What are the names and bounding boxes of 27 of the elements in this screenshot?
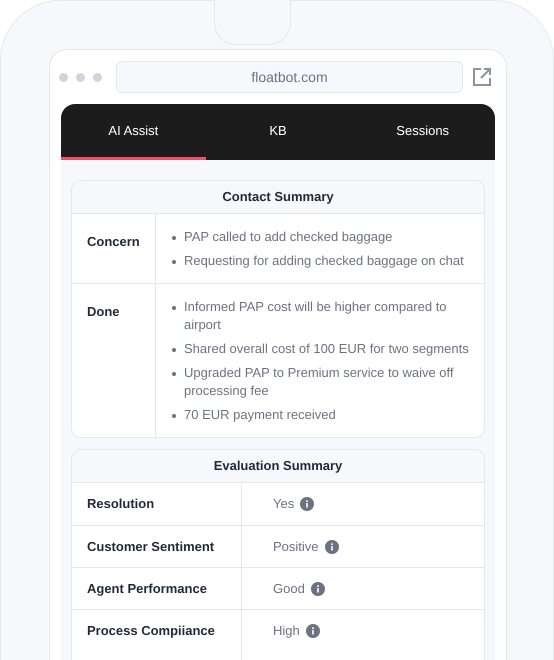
list-item-text: Upgraded PAP to Premium service to waive off processing fee xyxy=(184,364,455,400)
card-title: Evaluation Summary xyxy=(72,450,484,483)
list-item-text: Shared overall cost of 100 EUR for two segments xyxy=(184,340,469,358)
address-bar[interactable]: floatbot.com xyxy=(116,61,463,93)
row-label: Concern xyxy=(87,234,140,249)
info-icon[interactable] xyxy=(310,582,325,596)
card-title: Contact Summary xyxy=(72,181,484,214)
row-value: High xyxy=(273,622,300,640)
info-icon[interactable] xyxy=(306,624,320,638)
row-value: Positive xyxy=(273,538,319,556)
tab[interactable]: KB xyxy=(206,104,350,160)
tab[interactable]: Sessions xyxy=(350,104,495,160)
row-value: Yes xyxy=(273,495,294,514)
info-icon[interactable] xyxy=(300,497,314,511)
list-item-text: Requesting for adding checked baggage on chat xyxy=(184,252,464,270)
row-label: Process Compiiance xyxy=(87,622,215,640)
row-label: Resolution xyxy=(87,495,154,514)
list-item-text: Informed PAP cost will be higher compared to airport xyxy=(184,298,448,334)
row-label: Customer Sentiment xyxy=(87,538,214,556)
list-item-text: PAP called to add checked baggage xyxy=(184,228,392,246)
row-value: Good xyxy=(273,580,305,598)
external-link-icon[interactable] xyxy=(472,67,492,87)
list-item-text: 70 EUR payment received xyxy=(184,406,336,424)
tab[interactable]: AI Assist xyxy=(61,104,206,160)
info-icon[interactable] xyxy=(324,540,339,554)
row-label: Agent Performance xyxy=(87,580,207,598)
row-label: Done xyxy=(87,304,120,319)
